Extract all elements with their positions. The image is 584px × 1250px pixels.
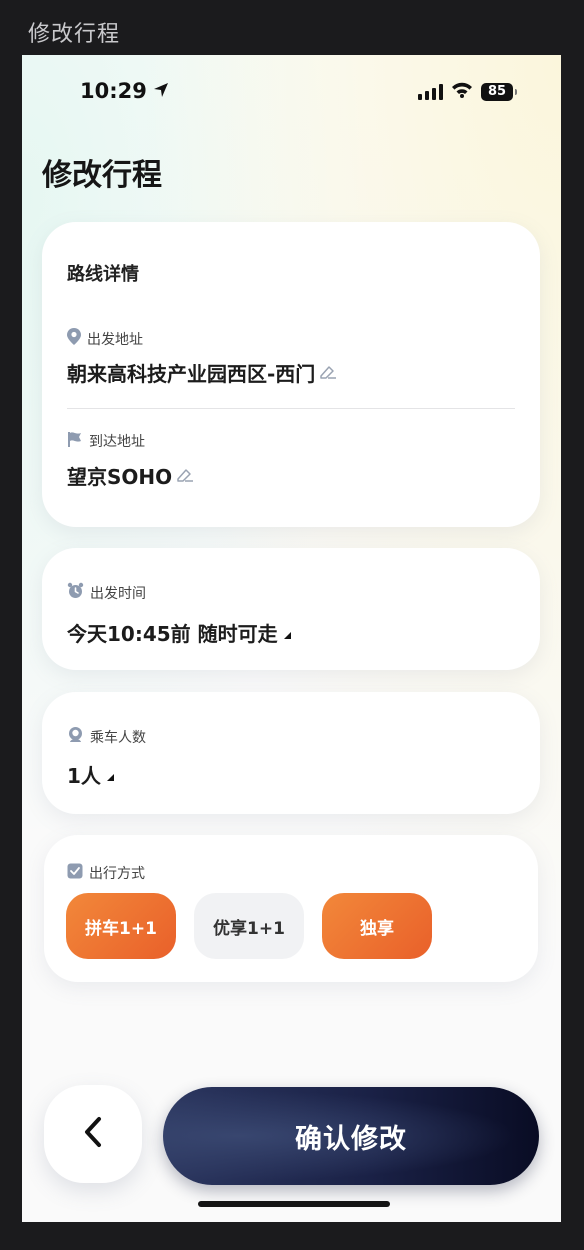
- confirm-edit-button[interactable]: 确认修改: [163, 1087, 539, 1185]
- phone-screen: 10:29 85 修改行程 路线详情 出发地址 朝来高科技产业园西区-西门 到达…: [22, 55, 561, 1222]
- dropdown-corner-icon: [105, 763, 115, 787]
- alarm-clock-icon: [67, 582, 84, 603]
- passenger-icon: [67, 726, 84, 747]
- status-time: 10:29: [80, 79, 169, 103]
- travel-mode-label: 出行方式: [67, 863, 145, 883]
- route-section-title: 路线详情: [67, 264, 139, 285]
- passenger-count-text: 1人: [67, 764, 101, 788]
- dropdown-corner-icon: [282, 621, 292, 645]
- departure-time-card[interactable]: 出发时间 今天10:45前 随时可走: [42, 548, 540, 670]
- status-indicators: 85: [418, 81, 517, 102]
- arrival-label: 到达地址: [67, 431, 145, 451]
- arrival-address-text: 望京SOHO: [67, 465, 173, 489]
- mode-option-exclusive[interactable]: 独享: [322, 893, 432, 959]
- departure-time-label-text: 出发时间: [90, 585, 146, 602]
- wifi-icon: [451, 81, 473, 102]
- arrival-label-text: 到达地址: [89, 434, 145, 450]
- departure-label: 出发地址: [67, 328, 143, 349]
- frame-title: 修改行程: [28, 22, 121, 47]
- mode-option-premium[interactable]: 优享1+1: [194, 893, 304, 959]
- passenger-count-value[interactable]: 1人: [67, 760, 115, 789]
- page-title: 修改行程: [42, 158, 162, 193]
- passenger-count-label-text: 乘车人数: [90, 729, 146, 746]
- departure-address[interactable]: 朝来高科技产业园西区-西门: [67, 358, 337, 387]
- passenger-count-label: 乘车人数: [67, 726, 146, 747]
- travel-mode-card: 出行方式 拼车1+1 优享1+1 独享: [44, 835, 538, 982]
- edit-icon[interactable]: [176, 464, 194, 488]
- location-pin-icon: [67, 328, 81, 349]
- departure-time-text: 今天10:45前 随时可走: [67, 622, 278, 646]
- battery-indicator: 85: [481, 82, 517, 101]
- route-details-card: 路线详情 出发地址 朝来高科技产业园西区-西门 到达地址 望京SOHO: [42, 222, 540, 527]
- travel-mode-options: 拼车1+1 优享1+1 独享: [66, 893, 432, 959]
- checkbox-icon: [67, 863, 83, 883]
- mode-option-carpool[interactable]: 拼车1+1: [66, 893, 176, 959]
- departure-time-value[interactable]: 今天10:45前 随时可走: [67, 618, 292, 647]
- edit-icon[interactable]: [319, 361, 337, 385]
- cellular-signal-icon: [418, 83, 443, 100]
- travel-mode-label-text: 出行方式: [89, 866, 145, 882]
- departure-label-text: 出发地址: [87, 331, 143, 348]
- passenger-count-card[interactable]: 乘车人数 1人: [42, 692, 540, 814]
- arrival-address[interactable]: 望京SOHO: [67, 461, 194, 490]
- status-time-text: 10:29: [80, 79, 147, 103]
- chevron-left-icon: [82, 1116, 104, 1152]
- route-divider: [67, 408, 515, 409]
- departure-time-label: 出发时间: [67, 582, 146, 603]
- flag-icon: [67, 431, 83, 451]
- back-button[interactable]: [44, 1085, 142, 1183]
- home-indicator: [198, 1201, 390, 1207]
- departure-address-text: 朝来高科技产业园西区-西门: [67, 362, 316, 386]
- location-arrow-icon: [153, 79, 169, 103]
- battery-level: 85: [487, 84, 507, 99]
